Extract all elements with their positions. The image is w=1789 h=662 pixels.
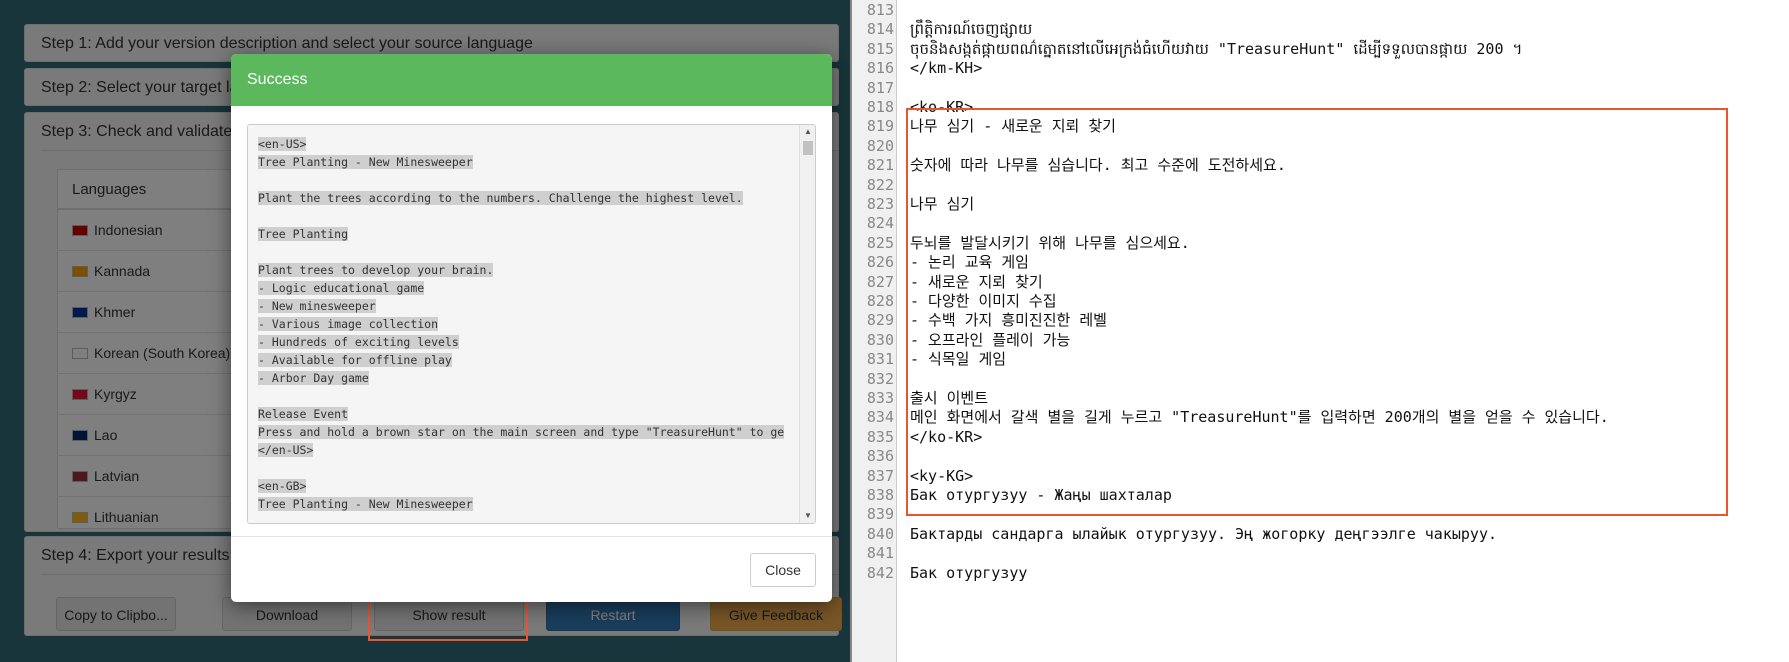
line-number-gutter: 813 814 815 816 817 818 819 820 821 822 823 824 825 8… (852, 0, 897, 662)
result-line: Press and hold a brown star on the main … (258, 425, 785, 439)
result-line (258, 171, 788, 189)
result-text: <en-US> Tree Planting - New Minesweeper Pl… (258, 135, 788, 513)
code-line: </km-KH> (910, 59, 983, 78)
result-line (258, 207, 788, 225)
result-textarea[interactable]: <en-US> Tree Planting - New Minesweeper Pl… (247, 124, 816, 524)
result-line: <en-GB> (258, 479, 307, 493)
result-line: </en-US> (258, 443, 314, 457)
modal-title: Success (231, 54, 832, 106)
close-button[interactable]: Close (750, 553, 816, 587)
success-modal: Success <en-US> Tree Planting - New Mines… (231, 54, 832, 602)
result-line: Tree Planting - New Minesweeper (258, 497, 473, 511)
result-line (258, 387, 788, 405)
result-line: <en-US> (258, 137, 307, 151)
scroll-up-arrow-icon[interactable]: ▲ (800, 125, 815, 139)
scroll-thumb[interactable] (803, 141, 813, 155)
result-line: - Logic educational game (258, 281, 425, 295)
text-editor[interactable]: 813 814 815 816 817 818 819 820 821 822 823 824 825 8… (850, 0, 1789, 662)
code-line: Бактарды сандарга ылайык отургузуу. Эң ж… (910, 524, 1497, 543)
result-line (258, 243, 788, 261)
modal-footer: Close (231, 536, 832, 602)
translation-app: Step 1: Add your version description and… (0, 0, 850, 662)
result-line: Plant the trees according to the numbers… (258, 191, 743, 205)
modal-body: <en-US> Tree Planting - New Minesweeper Pl… (247, 124, 816, 528)
result-line: Release Event (258, 407, 349, 421)
result-line: - Arbor Day game (258, 371, 369, 385)
ko-kr-highlight-box (906, 108, 1728, 516)
code-line: Бак отургузуу (910, 563, 1028, 582)
result-line (258, 459, 788, 477)
result-line: - Available for offline play (258, 353, 452, 367)
scroll-down-arrow-icon[interactable]: ▼ (800, 509, 815, 523)
result-line: Tree Planting - New Minesweeper (258, 155, 473, 169)
result-line: Tree Planting (258, 227, 349, 241)
code-line: ចុចនិងសង្កត់ផ្កាយពណ៌ត្នោតនៅលើអេក្រង់ធំហើ… (910, 39, 1523, 58)
result-line: - New minesweeper (258, 299, 376, 313)
result-line: - Various image collection (258, 317, 439, 331)
line-number: 842 (866, 563, 894, 582)
result-scrollbar[interactable]: ▲ ▼ (799, 125, 815, 523)
result-line: Plant trees to develop your brain. (258, 263, 494, 277)
result-line: - Hundreds of exciting levels (258, 335, 459, 349)
